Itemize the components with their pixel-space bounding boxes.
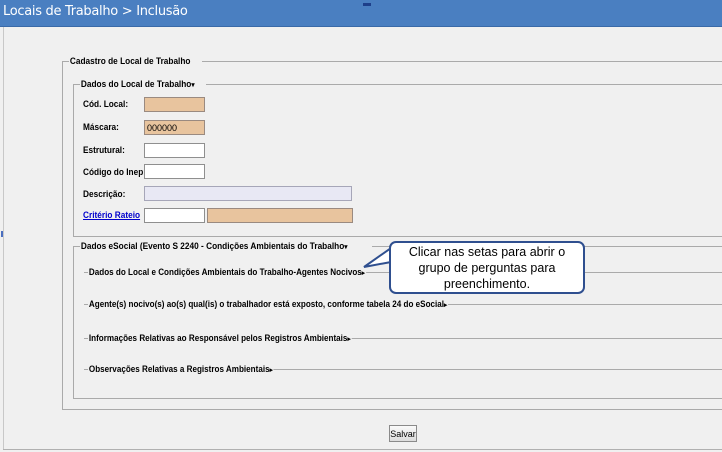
subsection-label: Observações Relativas a Registros Ambien…	[88, 364, 270, 374]
bottom-border	[3, 449, 722, 450]
save-button[interactable]: Salvar	[389, 425, 417, 442]
cod-local-label: Cód. Local:	[83, 99, 129, 109]
subsection-label: Informações Relativas ao Responsável pel…	[88, 333, 348, 343]
mascara-label: Máscara:	[83, 122, 119, 132]
descricao-field[interactable]	[144, 186, 352, 201]
subsection-condicoes-ambientais[interactable]: Dados do Local e Condições Ambientais do…	[88, 267, 366, 277]
descricao-label: Descrição:	[83, 189, 126, 199]
criterio-rateio-link[interactable]: Critério Rateio	[83, 210, 140, 220]
codigo-inep-label: Código do Inep:	[83, 167, 147, 177]
criterio-rateio-desc-field	[207, 208, 353, 223]
callout-line: preenchimento.	[443, 277, 531, 291]
mascara-field[interactable]: 000000	[144, 120, 205, 135]
dados-local-legend-text: Dados do Local de Trabalho	[80, 79, 192, 89]
expand-arrow-icon[interactable]: ▾	[344, 244, 347, 251]
dados-esocial-legend[interactable]: Dados eSocial (Evento S 2240 - Condições…	[80, 241, 348, 251]
codigo-inep-field[interactable]	[144, 164, 205, 179]
window-title: Locais de Trabalho > Inclusão	[3, 4, 188, 19]
expand-arrow-icon[interactable]: ▾	[191, 82, 194, 89]
callout-line: grupo de perguntas para	[418, 261, 556, 275]
subsection-label: Dados do Local e Condições Ambientais do…	[88, 267, 362, 277]
help-callout: Clicar nas setas para abrir o grupo de p…	[389, 241, 585, 294]
titlebar-handle[interactable]	[363, 3, 371, 6]
callout-line: Clicar nas setas para abrir o	[408, 245, 566, 259]
dados-esocial-legend-text: Dados eSocial (Evento S 2240 - Condições…	[80, 241, 345, 251]
subsection-label: Agente(s) nocivo(s) ao(s) qual(is) o tra…	[88, 299, 445, 309]
expand-arrow-icon[interactable]: ▸	[444, 302, 447, 309]
subsection-observacoes-registros[interactable]: Observações Relativas a Registros Ambien…	[88, 364, 274, 374]
subsection-responsavel-registros[interactable]: Informações Relativas ao Responsável pel…	[88, 333, 352, 343]
dados-local-legend[interactable]: Dados do Local de Trabalho▾	[80, 79, 196, 89]
subsection-agentes-nocivos[interactable]: Agente(s) nocivo(s) ao(s) qual(is) o tra…	[88, 299, 449, 309]
window-titlebar: Locais de Trabalho > Inclusão	[0, 0, 722, 27]
estrutural-label: Estrutural:	[83, 145, 125, 155]
cadastro-legend: Cadastro de Local de Trabalho	[69, 56, 191, 66]
expand-arrow-icon[interactable]: ▸	[347, 336, 350, 343]
criterio-rateio-code-field[interactable]	[144, 208, 205, 223]
cod-local-field[interactable]	[144, 97, 205, 112]
expand-arrow-icon[interactable]: ▸	[270, 367, 273, 374]
estrutural-field[interactable]	[144, 143, 205, 158]
